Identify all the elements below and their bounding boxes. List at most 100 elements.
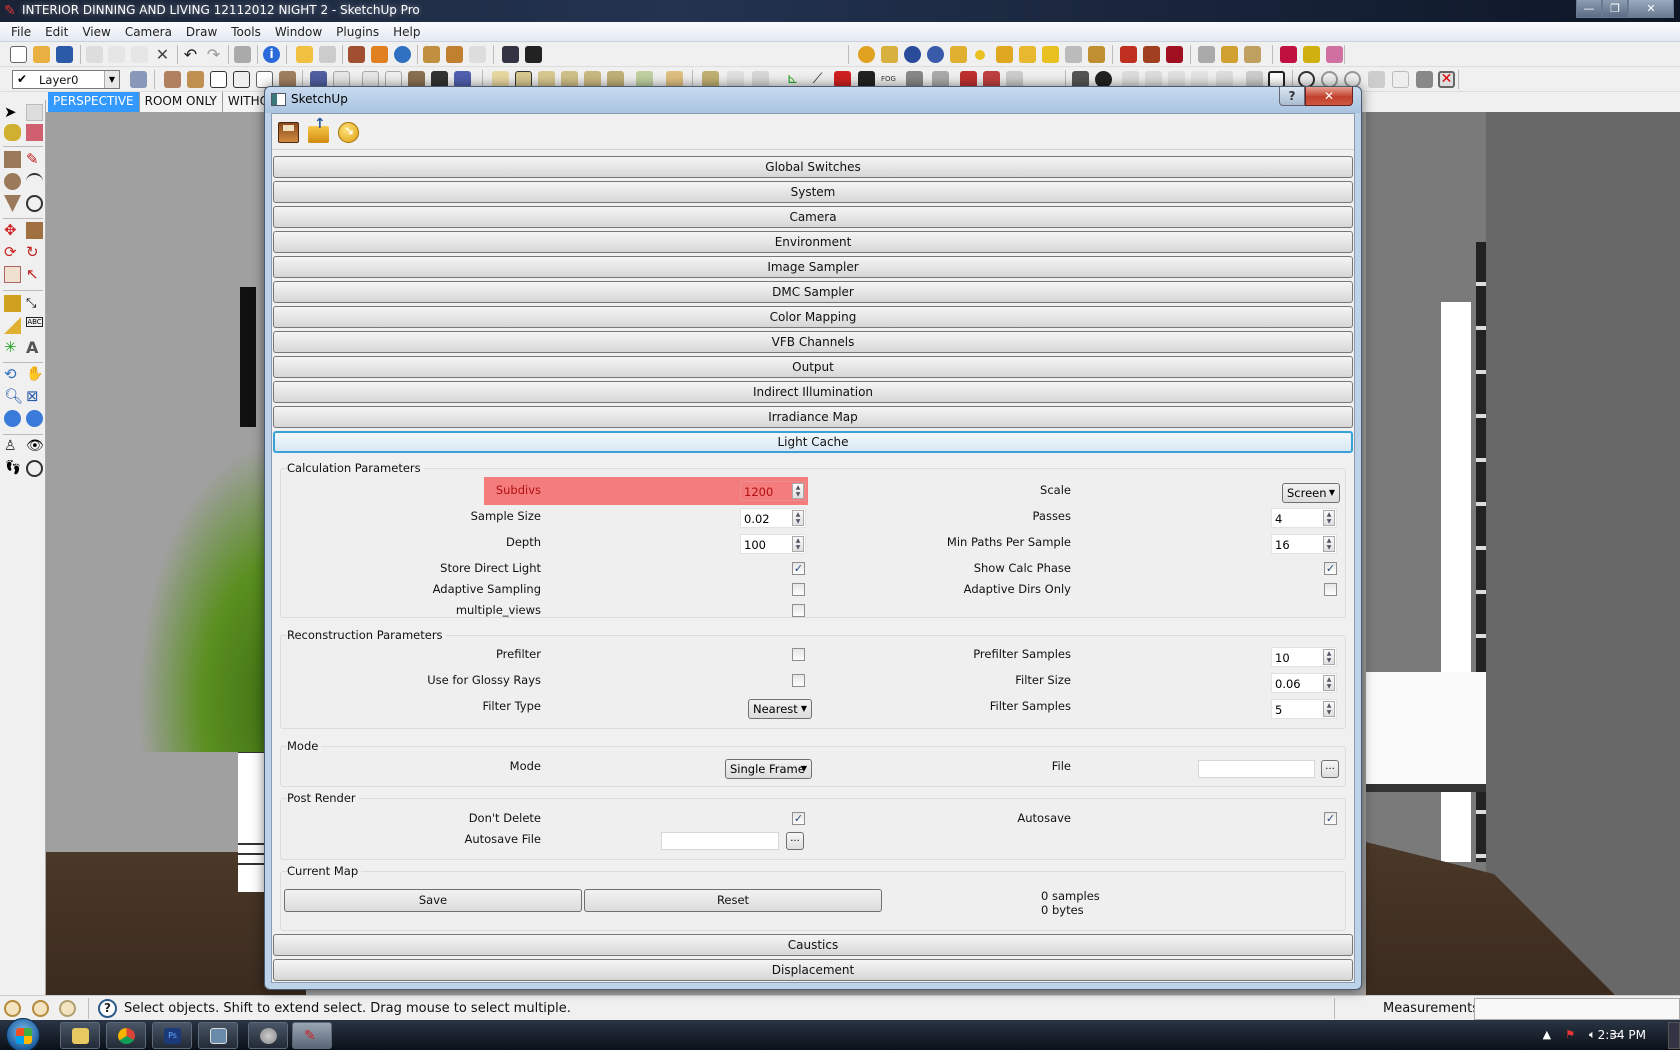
iso-view-icon[interactable]: [164, 71, 181, 88]
ies-light-icon[interactable]: [1042, 46, 1059, 63]
erase-icon[interactable]: ✕: [154, 46, 171, 63]
rollout-irradiance-map[interactable]: Irradiance Map: [273, 406, 1353, 428]
geo-location-icon[interactable]: [4, 1000, 21, 1017]
open-file-icon[interactable]: [33, 46, 50, 63]
store-direct-light-checkbox[interactable]: ✓: [792, 562, 805, 575]
help-icon[interactable]: ?: [98, 999, 117, 1018]
protractor-icon[interactable]: [4, 317, 21, 334]
menu-window[interactable]: Window: [268, 25, 329, 39]
file-input[interactable]: [1198, 760, 1315, 778]
plugin-yellow-icon[interactable]: [1303, 46, 1320, 63]
front-view-icon[interactable]: [210, 71, 227, 88]
filter-size-input[interactable]: 0.06 ▲ ▼: [1271, 673, 1337, 693]
action-center-icon[interactable]: ⚑: [1565, 1028, 1575, 1042]
redo-icon[interactable]: ↷: [205, 46, 222, 63]
tape-measure-icon[interactable]: [4, 295, 21, 312]
credits-icon[interactable]: [32, 1000, 49, 1017]
menu-help[interactable]: Help: [386, 25, 427, 39]
min-paths-spinner-icon[interactable]: ▲ ▼: [1323, 536, 1335, 552]
file-browse-button[interactable]: ...: [1321, 760, 1339, 778]
volume-icon[interactable]: 🔈︎: [1589, 1028, 1596, 1042]
plugin-fruit2-icon[interactable]: [1143, 46, 1160, 63]
dome-light-icon[interactable]: [1065, 46, 1082, 63]
scale-select[interactable]: Screen ▼: [1282, 483, 1340, 503]
filter-samples-spinner-icon[interactable]: ▲ ▼: [1323, 701, 1335, 717]
taskbar-explorer[interactable]: [60, 1022, 100, 1049]
plugin-tool2-icon[interactable]: [1221, 46, 1238, 63]
pan-tool-icon[interactable]: ✋: [26, 366, 43, 383]
filter-type-select[interactable]: Nearest ▼: [748, 699, 812, 719]
top-view-icon[interactable]: [187, 71, 204, 88]
model-info-icon[interactable]: i: [263, 46, 280, 63]
sample-size-input[interactable]: 0.02 ▲ ▼: [740, 508, 806, 528]
extension-icon[interactable]: [469, 46, 486, 63]
close-window-button[interactable]: ✕: [1628, 0, 1674, 18]
rollout-vfb-channels[interactable]: VFB Channels: [273, 331, 1353, 353]
photo-textures-icon[interactable]: [348, 46, 365, 63]
vray-tag-icon[interactable]: [950, 46, 967, 63]
load-defaults-icon[interactable]: [338, 122, 359, 143]
min-paths-input[interactable]: 16 ▲ ▼: [1271, 534, 1337, 554]
rollout-color-mapping[interactable]: Color Mapping: [273, 306, 1353, 328]
rollout-indirect-illumination[interactable]: Indirect Illumination: [273, 381, 1353, 403]
plugin-tool-icon[interactable]: [1198, 46, 1215, 63]
get-models-icon[interactable]: [296, 46, 313, 63]
copy-icon[interactable]: [108, 46, 125, 63]
minimize-button[interactable]: —: [1576, 0, 1602, 18]
autosave-file-input[interactable]: [661, 832, 779, 850]
rectangle-tool-icon[interactable]: [4, 151, 21, 168]
get-component-icon[interactable]: [423, 46, 440, 63]
material-editor-icon[interactable]: [502, 46, 519, 63]
axes-tool-icon[interactable]: ✳: [4, 339, 21, 356]
line-tool-icon[interactable]: ✎: [26, 151, 43, 168]
push-pull-tool-icon[interactable]: [26, 222, 43, 239]
eraser-icon[interactable]: [26, 124, 43, 141]
undo-icon[interactable]: ↶: [182, 46, 199, 63]
text-tool-icon[interactable]: ABC: [26, 317, 43, 327]
save-options-icon[interactable]: [278, 122, 299, 143]
depth-spinner-icon[interactable]: ▲ ▼: [792, 536, 804, 552]
subdivs-spinner-icon[interactable]: ▲ ▼: [792, 483, 804, 499]
layer-dropdown[interactable]: ✔ Layer0 ▼: [12, 70, 120, 89]
follow-me-tool-icon[interactable]: ↻: [26, 244, 43, 261]
add-location-icon[interactable]: [371, 46, 388, 63]
autosave-file-browse-button[interactable]: ...: [786, 832, 804, 850]
share-model-icon[interactable]: [319, 46, 336, 63]
orbit-tool-icon[interactable]: ⟲: [4, 366, 21, 383]
3d-text-icon[interactable]: A: [26, 339, 43, 356]
plugin-bug-icon[interactable]: [1166, 46, 1183, 63]
autosave-checkbox[interactable]: ✓: [1324, 812, 1337, 825]
dialog-close-button[interactable]: ✕: [1305, 87, 1353, 106]
move-tool-icon[interactable]: ✥: [4, 222, 21, 239]
arc-tool-icon[interactable]: [26, 173, 43, 190]
multiple-views-checkbox[interactable]: [792, 604, 805, 617]
taskbar-chrome[interactable]: [106, 1022, 146, 1049]
section-plane-tool-icon[interactable]: [26, 460, 43, 477]
vray-help-icon[interactable]: [927, 46, 944, 63]
google-earth-icon[interactable]: [394, 46, 411, 63]
menu-camera[interactable]: Camera: [118, 25, 179, 39]
taskbar-paint[interactable]: [248, 1022, 288, 1049]
dialog-titlebar[interactable]: SketchUp: [265, 87, 1361, 113]
sign-in-icon[interactable]: [59, 1000, 76, 1017]
polygon-tool-icon[interactable]: [4, 195, 21, 212]
paint-bucket-icon[interactable]: [4, 124, 21, 141]
show-desktop-button[interactable]: [1668, 1022, 1680, 1049]
menu-edit[interactable]: Edit: [38, 25, 75, 39]
menu-file[interactable]: File: [4, 25, 38, 39]
layer-manager-icon[interactable]: [130, 71, 147, 88]
taskbar-sketchup[interactable]: ✎: [292, 1022, 332, 1049]
print-icon[interactable]: [234, 46, 251, 63]
dont-delete-checkbox[interactable]: ✓: [792, 812, 805, 825]
vray-render-icon[interactable]: [858, 46, 875, 63]
clock[interactable]: 2:34 PM: [1598, 1028, 1646, 1042]
depth-input[interactable]: 100 ▲ ▼: [740, 534, 806, 554]
zoom-extents-icon[interactable]: [4, 410, 21, 427]
prefilter-samples-input[interactable]: 10 ▲ ▼: [1271, 647, 1337, 667]
paste-icon[interactable]: [131, 46, 148, 63]
camera-frustum-filled-icon[interactable]: [1416, 71, 1433, 88]
filter-size-spinner-icon[interactable]: ▲ ▼: [1323, 675, 1335, 691]
look-around-icon[interactable]: 👁︎: [26, 438, 44, 455]
show-calc-phase-checkbox[interactable]: ✓: [1324, 562, 1337, 575]
rollout-camera[interactable]: Camera: [273, 206, 1353, 228]
